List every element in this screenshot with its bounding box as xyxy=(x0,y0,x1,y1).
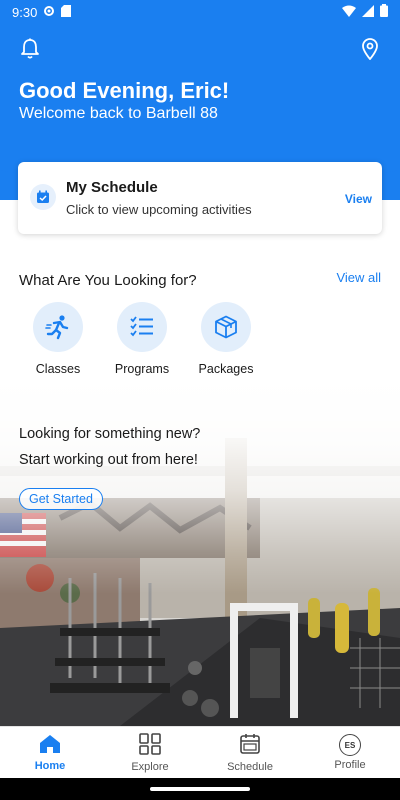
view-all-link[interactable]: View all xyxy=(336,270,381,285)
get-started-button[interactable]: Get Started xyxy=(19,488,103,510)
box-icon xyxy=(201,302,251,352)
category-programs[interactable]: Programs xyxy=(102,302,182,376)
calendar-check-icon xyxy=(30,184,56,210)
promo-line-2: Start working out from here! xyxy=(19,452,198,468)
location-pin-icon[interactable] xyxy=(360,38,380,65)
schedule-title: My Schedule xyxy=(66,179,158,196)
settings-icon xyxy=(43,5,55,20)
grid-icon xyxy=(139,732,161,758)
home-icon xyxy=(39,734,61,757)
status-time: 9:30 xyxy=(12,4,38,20)
status-bar: 9:30 xyxy=(0,0,400,24)
battery-icon xyxy=(380,4,388,20)
system-nav-bar xyxy=(0,778,400,800)
greeting-title: Good Evening, Eric! xyxy=(19,78,230,103)
checklist-icon xyxy=(117,302,167,352)
nav-label: Explore xyxy=(131,760,169,773)
nav-profile[interactable]: ES Profile xyxy=(300,727,400,778)
section-title: What Are You Looking for? xyxy=(19,272,197,289)
promo-line-1: Looking for something new? xyxy=(19,426,201,442)
bottom-nav: Home Explore Schedule ES Profile xyxy=(0,726,400,778)
bell-icon[interactable] xyxy=(20,38,40,65)
runner-icon xyxy=(33,302,83,352)
nav-explore[interactable]: Explore xyxy=(100,727,200,778)
wifi-icon xyxy=(342,5,356,20)
sd-card-icon xyxy=(61,4,72,20)
welcome-subtitle: Welcome back to Barbell 88 xyxy=(19,105,218,122)
nav-label: Schedule xyxy=(227,760,273,773)
nav-label: Profile xyxy=(334,759,366,771)
category-label: Classes xyxy=(35,362,81,376)
home-gesture-pill[interactable] xyxy=(150,787,250,791)
category-label: Packages xyxy=(198,362,254,376)
signal-icon xyxy=(362,4,374,20)
nav-label: Home xyxy=(34,759,66,772)
category-packages[interactable]: Packages xyxy=(186,302,266,376)
nav-home[interactable]: Home xyxy=(0,727,100,778)
category-classes[interactable]: Classes xyxy=(18,302,98,376)
schedule-subtitle: Click to view upcoming activities xyxy=(66,202,252,217)
calendar-icon xyxy=(239,733,261,758)
schedule-view-link[interactable]: View xyxy=(345,192,372,206)
category-label: Programs xyxy=(114,362,170,376)
profile-avatar: ES xyxy=(339,734,361,756)
my-schedule-card[interactable]: My Schedule Click to view upcoming activ… xyxy=(18,162,382,234)
nav-schedule[interactable]: Schedule xyxy=(200,727,300,778)
